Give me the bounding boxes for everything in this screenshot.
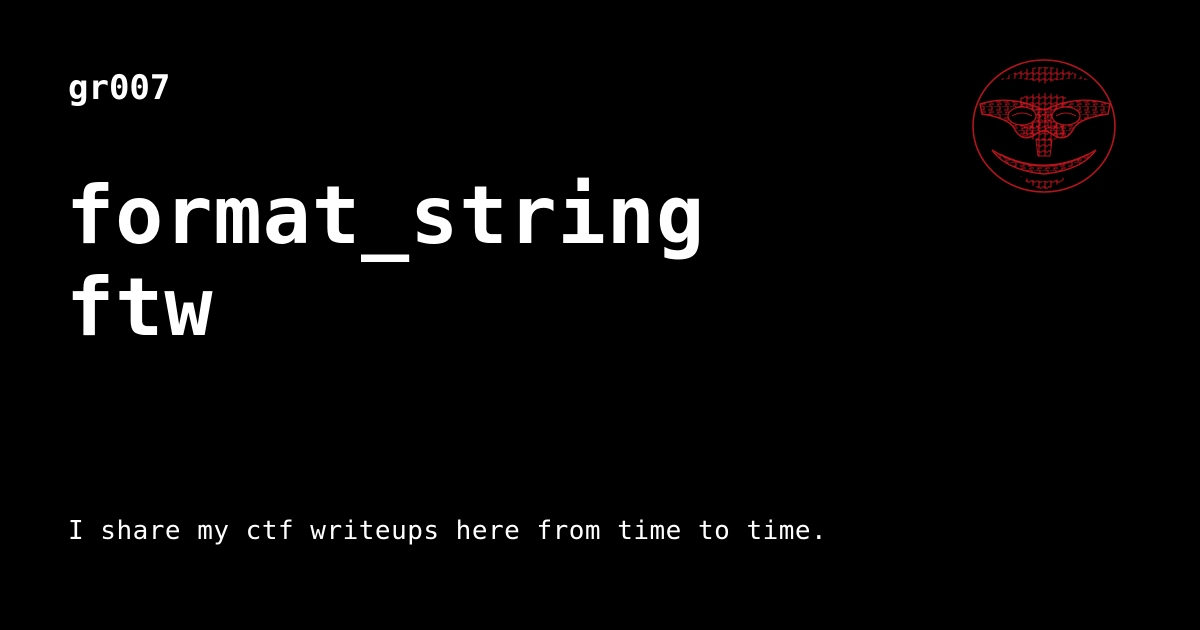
post-title: format_string ftw (66, 170, 886, 354)
site-name: gr007 (68, 68, 171, 108)
post-title-line: ftw (66, 261, 214, 354)
post-title-line: format_string (66, 169, 706, 262)
site-description: I share my ctf writeups here from time t… (68, 516, 828, 546)
maze-smiley-logo-icon (972, 59, 1116, 193)
social-preview-card: gr007 format_string ftw I share my ctf w… (0, 0, 1200, 630)
